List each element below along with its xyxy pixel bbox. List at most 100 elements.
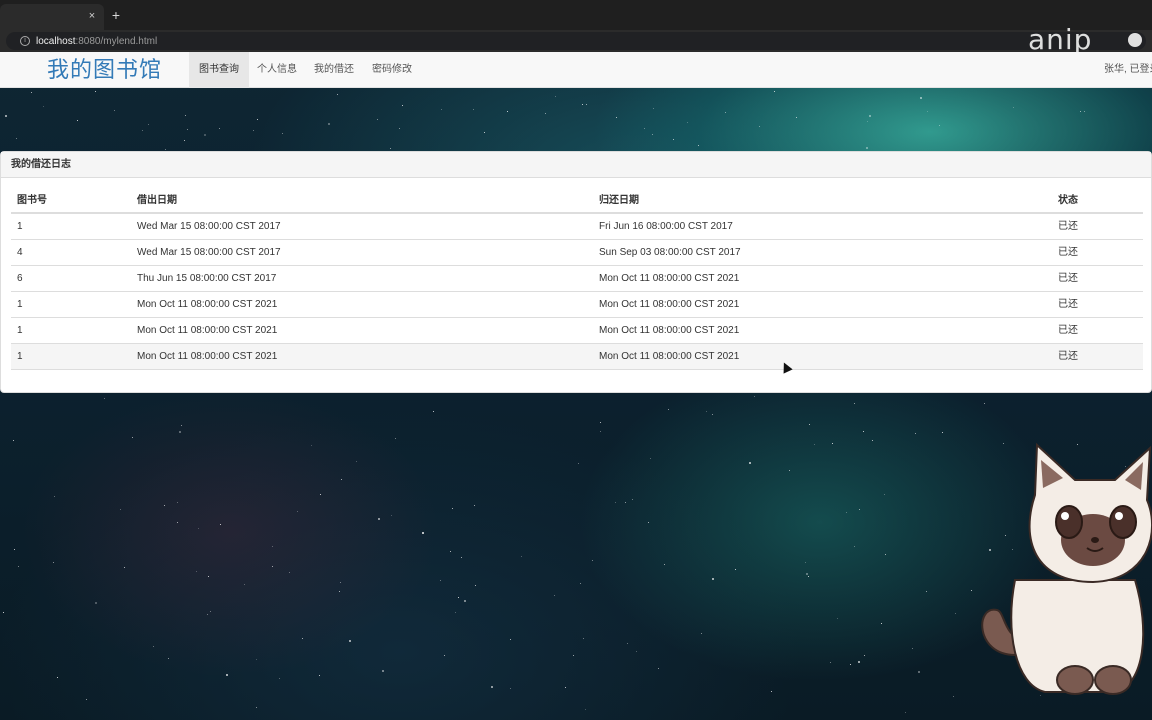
star-decoration <box>510 688 511 689</box>
star-decoration <box>114 110 115 111</box>
star-decoration <box>1084 111 1085 112</box>
star-decoration <box>789 470 790 471</box>
star-decoration <box>854 403 855 404</box>
star-decoration <box>31 92 32 93</box>
star-decoration <box>942 432 943 433</box>
browser-tab[interactable]: × <box>0 4 104 30</box>
star-decoration <box>658 668 659 669</box>
extension-icon[interactable] <box>1128 33 1142 47</box>
star-decoration <box>830 662 831 663</box>
star-decoration <box>208 576 209 577</box>
star-decoration <box>625 502 626 503</box>
address-bar: i localhost:8080/mylend.html <box>0 30 1152 52</box>
cell-lend-date: Wed Mar 15 08:00:00 CST 2017 <box>137 247 281 258</box>
star-decoration <box>474 505 475 506</box>
column-header-lend-date: 借出日期 <box>137 195 177 206</box>
nav-item-change-password[interactable]: 密码修改 <box>362 52 422 88</box>
star-decoration <box>759 126 760 127</box>
star-decoration <box>196 571 197 572</box>
star-decoration <box>600 431 601 432</box>
star-decoration <box>153 646 154 647</box>
star-decoration <box>124 567 125 568</box>
star-decoration <box>272 566 273 567</box>
star-decoration <box>181 425 182 426</box>
star-decoration <box>444 655 445 656</box>
star-decoration <box>43 106 44 107</box>
star-decoration <box>256 707 257 708</box>
star-decoration <box>458 597 459 598</box>
star-decoration <box>859 509 860 510</box>
star-decoration <box>16 138 17 139</box>
star-decoration <box>187 129 188 130</box>
star-decoration <box>521 556 522 557</box>
star-decoration <box>955 613 956 614</box>
star-decoration <box>210 611 211 612</box>
star-decoration <box>356 461 357 462</box>
cell-return-date: Sun Sep 03 08:00:00 CST 2017 <box>599 247 741 258</box>
table-header-row: 图书号 借出日期 归还日期 状态 <box>11 188 1143 214</box>
star-decoration <box>627 643 628 644</box>
star-decoration <box>1080 111 1081 112</box>
column-header-book-id: 图书号 <box>17 195 47 206</box>
close-tab-icon[interactable]: × <box>84 8 100 24</box>
new-tab-icon[interactable]: + <box>108 6 124 24</box>
star-decoration <box>311 445 312 446</box>
cell-status: 已还 <box>1058 247 1078 258</box>
watermark-logo: anip <box>1028 23 1093 56</box>
nav-item-book-search[interactable]: 图书查询 <box>189 52 249 88</box>
star-decoration <box>441 109 442 110</box>
star-decoration <box>1013 107 1014 108</box>
star-decoration <box>808 576 809 577</box>
navbar: 我的图书馆 图书查询 个人信息 我的借还 密码修改 张华, 已登录 <box>0 52 1152 88</box>
star-decoration <box>885 554 886 555</box>
star-decoration <box>77 120 78 121</box>
cell-book-id: 1 <box>17 325 23 336</box>
star-decoration <box>256 659 257 660</box>
star-decoration <box>507 111 508 112</box>
star-decoration <box>148 124 149 125</box>
star-decoration <box>867 121 868 122</box>
star-decoration <box>253 130 254 131</box>
star-decoration <box>858 661 860 663</box>
star-decoration <box>337 94 338 95</box>
star-decoration <box>184 140 185 141</box>
star-decoration <box>555 96 556 97</box>
star-decoration <box>53 562 54 563</box>
star-decoration <box>814 444 815 445</box>
cell-book-id: 1 <box>17 299 23 310</box>
table-row: 1 Mon Oct 11 08:00:00 CST 2021 Mon Oct 1… <box>11 318 1143 344</box>
star-decoration <box>395 438 396 439</box>
url-field[interactable]: i localhost:8080/mylend.html <box>6 32 1146 50</box>
cell-return-date: Fri Jun 16 08:00:00 CST 2017 <box>599 221 733 232</box>
cat-mascot-icon <box>981 442 1152 695</box>
cell-return-date: Mon Oct 11 08:00:00 CST 2021 <box>599 325 740 336</box>
star-decoration <box>806 573 808 575</box>
cell-lend-date: Mon Oct 11 08:00:00 CST 2021 <box>137 351 278 362</box>
star-decoration <box>132 437 133 438</box>
info-icon[interactable]: i <box>20 36 30 46</box>
star-decoration <box>884 494 885 495</box>
star-decoration <box>377 119 378 120</box>
star-decoration <box>927 111 928 112</box>
nav-item-personal-info[interactable]: 个人信息 <box>247 52 307 88</box>
star-decoration <box>912 648 913 649</box>
star-decoration <box>440 580 441 581</box>
star-decoration <box>869 115 871 117</box>
column-header-status: 状态 <box>1058 195 1078 206</box>
star-decoration <box>592 560 593 561</box>
star-decoration <box>464 600 466 602</box>
star-decoration <box>915 433 916 434</box>
star-decoration <box>573 655 574 656</box>
star-decoration <box>164 505 165 506</box>
brand-title[interactable]: 我的图书馆 <box>47 56 162 84</box>
star-decoration <box>142 130 143 131</box>
star-decoration <box>219 128 220 129</box>
table-row: 4 Wed Mar 15 08:00:00 CST 2017 Sun Sep 0… <box>11 240 1143 266</box>
star-decoration <box>805 562 806 563</box>
nav-item-my-lending[interactable]: 我的借还 <box>304 52 364 88</box>
browser-tab-strip: × + <box>0 0 1152 30</box>
star-decoration <box>582 104 583 105</box>
star-decoration <box>796 117 797 118</box>
star-decoration <box>319 675 320 676</box>
star-decoration <box>846 512 847 513</box>
